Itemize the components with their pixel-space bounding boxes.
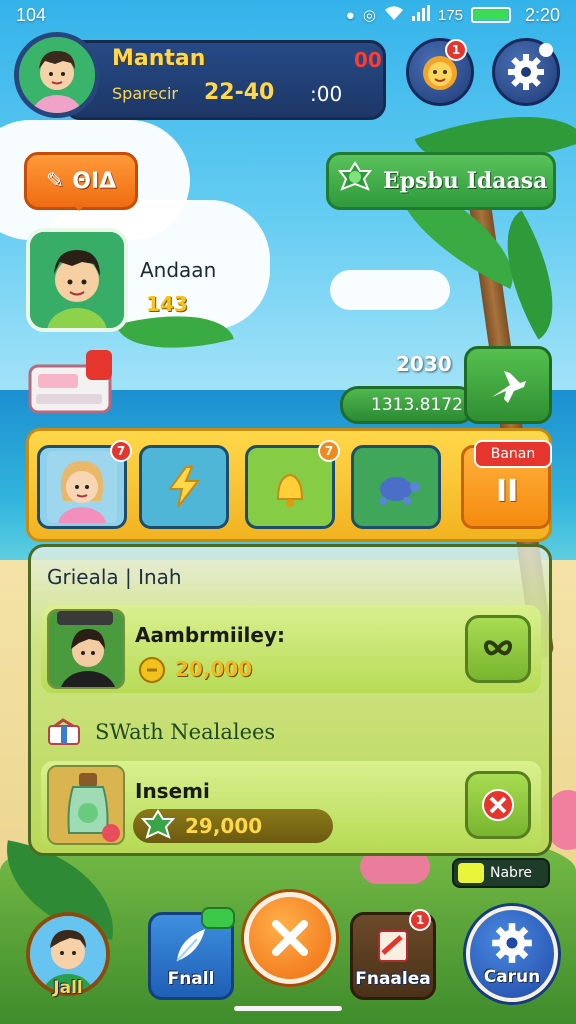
close-icon (482, 789, 514, 821)
gem-icon (141, 809, 175, 839)
cloud (330, 270, 450, 310)
fly-button[interactable] (464, 346, 552, 424)
slot-badge: 7 (110, 440, 132, 462)
nav-profile[interactable]: Jall (22, 906, 114, 1002)
tag-label: ΘΙΔ (72, 168, 117, 194)
system-status-bar: 104 ● ◎ 175 2:20 (0, 0, 576, 30)
battery-percent: 175 (437, 6, 463, 24)
nav-profile-label: Jall (53, 978, 83, 998)
quest-reward: 20,000 (175, 657, 253, 681)
tray-slot-lightning[interactable] (139, 445, 229, 529)
settings-button[interactable] (492, 38, 560, 106)
nav-center-action[interactable] (244, 892, 336, 984)
nav-mail[interactable]: Fnall (148, 907, 235, 1000)
pause-icon[interactable]: II (496, 474, 518, 509)
small-toggle[interactable]: Nabre (452, 858, 550, 888)
quest-close-button[interactable] (465, 771, 531, 839)
quest-action-button[interactable] (465, 615, 531, 683)
notification-badge: 1 (445, 39, 467, 61)
mail-notification (201, 907, 235, 929)
character-icon (47, 451, 117, 523)
gear-icon (508, 54, 544, 90)
quest-thumbnail (47, 609, 125, 689)
scroll-icon (378, 930, 408, 962)
quest-pill-button[interactable]: Epsbu Idaasa (326, 152, 556, 210)
fly-stat: 2030 (396, 352, 452, 376)
quest-row[interactable]: Aambrmiiley: 20,000 (41, 605, 541, 693)
quest-name: Insemi (135, 779, 210, 803)
clock: 2:20 (524, 4, 560, 25)
nav-quests-label: Fnaalea (355, 969, 431, 989)
slot-badge: 7 (318, 440, 340, 462)
nav-quests[interactable]: Fnaalea 1 (350, 909, 436, 1000)
bell-icon (276, 473, 304, 507)
section-header: SWath Nealalees (47, 713, 275, 751)
tag-button[interactable]: ✎ ΘΙΔ (24, 152, 138, 211)
home-indicator[interactable] (234, 1006, 342, 1011)
quest-thumbnail (47, 765, 125, 845)
feather-icon (176, 929, 205, 962)
fly-progress-pill: 1313.8172 (340, 386, 476, 424)
lightning-icon (168, 466, 201, 508)
notification-badge: 1 (409, 909, 431, 931)
infinity-icon (484, 640, 512, 656)
profile-bar[interactable]: Mantan 00 Sparecir 22-40 :00 (14, 32, 386, 122)
nav-settings[interactable]: Carun (466, 906, 558, 1002)
status-icons: ● ◎ 175 (346, 5, 511, 25)
leader-name: Andaan (140, 258, 217, 282)
quest-panel: Grieala | Inah Aambrmiiley: 20,000 SWath… (28, 544, 552, 856)
item-tray: 7 7 (26, 428, 552, 542)
pink-flower (548, 790, 576, 850)
tray-slot-character[interactable]: 7 (37, 440, 132, 529)
badge-icon (338, 161, 372, 191)
wifi-icon (384, 5, 404, 25)
leader-score: 143 (146, 292, 188, 316)
toggle-label: Nabre (490, 865, 532, 881)
status-left-text: 104 (16, 4, 47, 25)
tag-icon: ✎ (45, 168, 65, 194)
crossed-swords-icon (272, 920, 308, 956)
tray-slot-bell[interactable]: 7 (245, 440, 340, 529)
gear-icon (492, 923, 532, 963)
leader-avatar[interactable] (26, 228, 128, 332)
settings-dot (539, 43, 553, 57)
currency-value: 22-40 (204, 80, 275, 105)
panel-title: Grieala | Inah (47, 565, 182, 589)
gift-icon (48, 718, 80, 745)
shop-label: Banan (474, 440, 552, 468)
airplane-icon (492, 371, 526, 403)
nav-settings-label: Carun (483, 967, 541, 987)
battery-icon (470, 7, 511, 23)
nav-mail-label: Fnall (167, 969, 215, 989)
currency-label: Sparecir (112, 84, 179, 103)
coin-icon (137, 655, 167, 689)
location-icon: ● (345, 6, 355, 24)
signal-icon (411, 5, 430, 25)
turtle-icon (379, 477, 420, 505)
quest-reward: 29,000 (185, 814, 263, 838)
reward-bar: 29,000 (133, 809, 333, 843)
quest-name: Aambrmiiley: (135, 623, 285, 647)
profile-badge: 00 (354, 48, 382, 72)
player-name: Mantan (112, 46, 206, 71)
toggle-square (458, 863, 484, 883)
quest-pill-label: Epsbu Idaasa (383, 168, 548, 194)
quest-row[interactable]: Insemi 29,000 (41, 761, 541, 849)
sync-icon: ◎ (362, 7, 376, 24)
timer-value: :00 (310, 82, 343, 106)
section-label: SWath Nealalees (95, 720, 276, 744)
machine-icon[interactable] (26, 346, 124, 424)
tray-slot-turtle[interactable] (351, 445, 441, 529)
player-avatar[interactable] (14, 32, 100, 118)
mascot-button[interactable]: 1 (406, 38, 474, 106)
